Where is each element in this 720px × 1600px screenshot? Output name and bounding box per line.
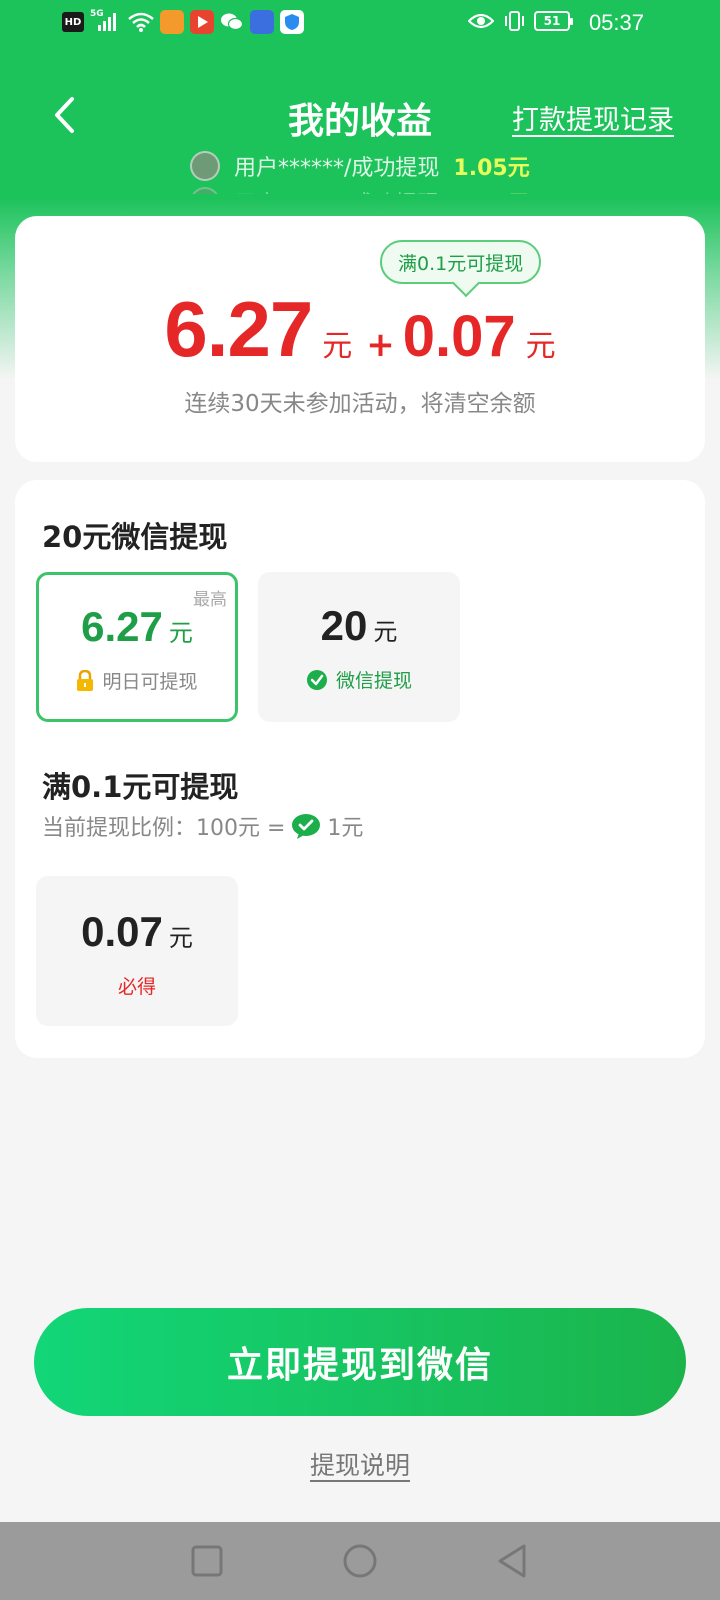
option-subtitle: 微信提现 (258, 666, 460, 693)
shield-app-icon (280, 10, 304, 34)
balance-expiry-note: 连续30天未参加活动，将清空余额 (184, 391, 536, 417)
balance-card: 满0.1元可提现 6.27 元 + 0.07 元 连续30天未参加活动，将清空余… (15, 216, 705, 462)
ticker-item: 用户******/成功提现 1.05元 (190, 150, 530, 182)
option-amount-unit: 元 (373, 618, 398, 646)
ticker-text: 用户******/成功提现 (234, 186, 439, 194)
withdraw-ticker: 用户******/成功提现 1.05元 用户******/成功提现 0.10元 (0, 150, 720, 194)
avatar (190, 151, 220, 181)
check-circle-icon (306, 669, 327, 690)
ticker-amount: 0.10元 (453, 186, 529, 194)
option-amount-value: 20 (320, 602, 368, 649)
lock-icon (77, 669, 94, 691)
ratio-suffix: 1元 (327, 816, 364, 841)
system-nav-bar (0, 1522, 720, 1600)
balance-plus: + (366, 325, 395, 365)
ticker-amount: 1.05元 (453, 156, 530, 181)
option-subtitle: 必得 (36, 972, 238, 999)
withdraw-ratio: 当前提现比例：100元 = 1元 (42, 810, 363, 842)
min-withdraw-bubble: 满0.1元可提现 (380, 240, 542, 284)
option-amount-value: 6.27 (81, 603, 163, 650)
section-title-wechat: 20元微信提现 (42, 520, 228, 554)
wechat-icon (221, 13, 244, 31)
balance-main-unit: 元 (322, 329, 353, 364)
wechat-icon (292, 814, 321, 839)
option-subtitle-text: 微信提现 (335, 670, 412, 692)
withdraw-option-0-07[interactable]: 0.07 元 必得 (36, 876, 238, 1026)
wifi-icon (128, 12, 154, 32)
earnings-page: HD 5G 51 05:37 我的收益 打款提现记录 用户******/成功提现… (0, 0, 720, 1600)
option-subtitle: 明日可提现 (39, 667, 235, 694)
vibrate-icon (505, 11, 524, 31)
status-icons-right: 51 (468, 10, 573, 32)
signal-icon: 5G (90, 9, 122, 33)
back-triangle-icon[interactable] (494, 1542, 532, 1580)
balance-amounts: 6.27 元 + 0.07 元 (15, 284, 705, 375)
withdraw-option-6-27[interactable]: 最高 6.27 元 明日可提现 (36, 572, 238, 722)
option-amount-unit: 元 (168, 619, 193, 647)
withdraw-explain-link[interactable]: 提现说明 (310, 1451, 410, 1480)
withdraw-options-card: 20元微信提现 最高 6.27 元 明日可提现 20 元 微信提现 满0.1元可… (15, 480, 705, 1058)
withdraw-explain-link-wrap: 提现说明 (0, 1446, 720, 1482)
avatar (190, 187, 220, 194)
ticker-text: 用户******/成功提现 (234, 156, 440, 181)
option-amount-unit: 元 (168, 924, 193, 952)
battery-icon: 51 (534, 11, 573, 31)
option-amount: 0.07 元 (36, 908, 238, 956)
app-icon-1 (160, 10, 184, 34)
hd-icon: HD (62, 12, 84, 32)
withdraw-option-20[interactable]: 20 元 微信提现 (258, 572, 460, 722)
option-subtitle-text: 必得 (117, 976, 156, 998)
balance-extra-amount: 0.07 (402, 304, 516, 369)
option-amount: 20 元 (258, 602, 460, 650)
status-bar: HD 5G 51 05:37 (0, 0, 720, 52)
recent-apps-icon[interactable] (188, 1542, 226, 1580)
option-amount-value: 0.07 (81, 908, 163, 955)
section-title-min: 满0.1元可提现 (42, 770, 239, 804)
balance-extra-unit: 元 (525, 329, 556, 364)
balance-main-amount: 6.27 (164, 285, 313, 373)
status-icons-left: HD 5G (62, 9, 304, 34)
status-time: 05:37 (588, 10, 644, 35)
nav-bar: 我的收益 打款提现记录 (0, 80, 720, 150)
ticker-item: 用户******/成功提现 0.10元 (190, 186, 530, 194)
withdraw-to-wechat-button[interactable]: 立即提现到微信 (34, 1308, 686, 1416)
ratio-prefix: 当前提现比例：100元 = (42, 816, 286, 841)
home-icon[interactable] (341, 1542, 379, 1580)
app-icon-2 (190, 10, 214, 34)
option-subtitle-text: 明日可提现 (102, 671, 198, 693)
option-amount: 6.27 元 (39, 603, 235, 651)
withdraw-record-link[interactable]: 打款提现记录 (512, 98, 674, 137)
app-icon-3 (250, 10, 274, 34)
eye-icon (468, 13, 494, 29)
